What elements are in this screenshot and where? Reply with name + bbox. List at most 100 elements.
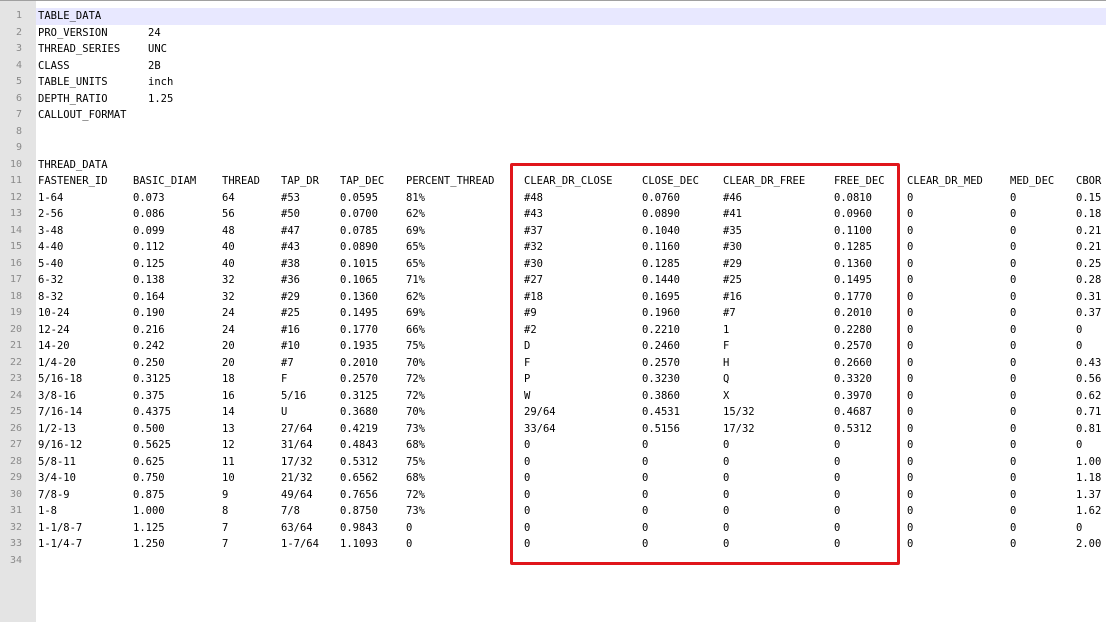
table-cell: 1/4-20 (38, 356, 76, 369)
header-key: CALLOUT_FORMAT (38, 109, 127, 121)
table-cell: 0.625 (133, 455, 165, 468)
table-cell: #37 (524, 224, 543, 237)
header-key: THREAD_SERIES (38, 43, 121, 55)
table-row[interactable]: 28 5/8-11 0.625 11 17/32 0.5312 75% 0 0 0 0 0 0 1.00 (0, 454, 1106, 471)
table-cell: #36 (281, 274, 300, 286)
table-cell: 1/2-13 (38, 422, 76, 435)
text-line[interactable]: 8 (0, 124, 1106, 141)
table-row[interactable]: 18 8-32 0.164 32 #29 0.1360 62% #18 0.1695 #16 0.1… (0, 289, 1106, 306)
table-row[interactable]: 32 1-1/8-7 1.125 7 63/64 0.9843 0 0 0 0 0 0 0 0 (0, 520, 1106, 537)
text-line[interactable]: 34 (0, 553, 1106, 570)
line-number: 7 (15, 109, 22, 120)
line-number: 31 (9, 505, 22, 516)
table-cell: 0 (907, 389, 914, 402)
table-cell: 7/8-9 (38, 488, 70, 501)
line-number: 17 (9, 274, 22, 285)
table-cell: 0 (834, 538, 841, 550)
table-cell: 0.2570 (834, 340, 872, 352)
table-row[interactable]: 29 3/4-10 0.750 10 21/32 0.6562 68% 0 0 0 0 0 0 1.18 (0, 470, 1106, 487)
table-cell: 18 (222, 373, 235, 385)
text-line[interactable]: 9 (0, 140, 1106, 157)
header-value: 24 (148, 26, 161, 39)
table-cell: 0 (907, 208, 914, 220)
text-line[interactable]: 7 CALLOUT_FORMAT (0, 107, 1106, 124)
text-line[interactable]: 3 THREAD_SERIES UNC (0, 41, 1106, 58)
table-cell: 0.1285 (834, 241, 872, 253)
table-row[interactable]: 25 7/16-14 0.4375 14 U 0.3680 70% 29/64 0.4531 15… (0, 404, 1106, 421)
line-number: 14 (9, 224, 22, 236)
text-line[interactable]: 6 DEPTH_RATIO 1.25 (0, 91, 1106, 108)
table-row[interactable]: 12 1-64 0.073 64 #53 0.0595 81% #48 0.0760 #46 0.0… (0, 190, 1106, 207)
table-row[interactable]: 27 9/16-12 0.5625 12 31/64 0.4843 68% 0 0 0 0 0 0 0 (0, 437, 1106, 454)
table-cell: 0.56 (1076, 373, 1102, 385)
header-key: PRO_VERSION (38, 26, 108, 39)
table-row[interactable]: 21 14-20 0.242 20 #10 0.1935 75% D 0.2460 F 0.2570… (0, 338, 1106, 355)
table-row[interactable]: 17 6-32 0.138 32 #36 0.1065 71% #27 0.1440 #25 0.1… (0, 272, 1106, 289)
table-cell: 0 (907, 323, 914, 336)
table-cell: 0.62 (1076, 389, 1102, 402)
table-row[interactable]: 30 7/8-9 0.875 9 49/64 0.7656 72% 0 0 0 0 0 0 1.37 (0, 487, 1106, 504)
table-cell: 0 (1010, 191, 1017, 204)
table-cell: #29 (281, 290, 300, 303)
table-cell: #30 (524, 257, 543, 270)
table-cell: 0.3125 (340, 389, 378, 402)
text-line[interactable]: 5 TABLE_UNITS inch (0, 74, 1106, 91)
table-row[interactable]: 19 10-24 0.190 24 #25 0.1495 69% #9 0.1960 #7 0.20… (0, 305, 1106, 322)
column-header: MED_DEC (1010, 175, 1055, 187)
table-cell: 0.5312 (340, 455, 378, 468)
table-row[interactable]: 23 5/16-18 0.3125 18 F 0.2570 72% P 0.3230 Q 0.332… (0, 371, 1106, 388)
text-line[interactable]: 11 FASTENER_ID BASIC_DIAM THREAD TAP_DR TAP_D… (0, 173, 1106, 190)
table-cell: 0 (642, 439, 649, 451)
header-value: UNC (148, 43, 167, 55)
table-cell: 20 (222, 340, 235, 352)
table-cell: 0.1770 (834, 290, 872, 303)
line-number: 13 (9, 208, 22, 219)
table-cell: 0.4843 (340, 439, 378, 451)
table-cell: 72% (406, 488, 425, 501)
table-cell: 8 (222, 505, 229, 517)
table-cell: 0 (907, 521, 914, 534)
table-cell: 71% (406, 274, 425, 286)
table-cell: 17/32 (723, 422, 755, 435)
table-cell: 75% (406, 340, 425, 352)
table-cell: 73% (406, 422, 425, 435)
text-line[interactable]: 2 PRO_VERSION 24 (0, 25, 1106, 42)
table-row[interactable]: 20 12-24 0.216 24 #16 0.1770 66% #2 0.2210 1 0.228… (0, 322, 1106, 339)
table-row[interactable]: 33 1-1/4-7 1.250 7 1-7/64 1.1093 0 0 0 0 0 0 0 2.00 (0, 536, 1106, 553)
table-cell: 0 (907, 455, 914, 468)
table-row[interactable]: 15 4-40 0.112 40 #43 0.0890 65% #32 0.1160 #30 0.1… (0, 239, 1106, 256)
table-cell: #16 (723, 290, 742, 303)
header-key: TABLE_DATA (38, 10, 102, 22)
table-row[interactable]: 22 1/4-20 0.250 20 #7 0.2010 70% F 0.2570 H 0.2660… (0, 355, 1106, 372)
table-cell: 0.37 (1076, 307, 1102, 319)
table-cell: 0 (1010, 274, 1017, 286)
table-row[interactable]: 31 1-8 1.000 8 7/8 0.8750 73% 0 0 0 0 0 0 1.62 (0, 503, 1106, 520)
table-cell: 1.18 (1076, 472, 1102, 484)
line-number: 6 (15, 92, 22, 104)
text-line[interactable]: 10 THREAD_DATA (0, 157, 1106, 174)
table-cell: W (524, 389, 531, 402)
line-number: 11 (9, 175, 22, 186)
table-cell: 0 (907, 274, 914, 286)
table-cell: 9/16-12 (38, 439, 83, 451)
table-row[interactable]: 14 3-48 0.099 48 #47 0.0785 69% #37 0.1040 #35 0.1… (0, 223, 1106, 240)
table-cell: 72% (406, 373, 425, 385)
table-cell: 0.3970 (834, 389, 872, 402)
table-cell: 1-1/4-7 (38, 538, 83, 550)
table-cell: 0.875 (133, 488, 165, 501)
table-cell: 70% (406, 406, 425, 418)
text-editor[interactable]: 1 TABLE_DATA 2 PRO_VERSION 24 3 THREAD_SERIES U… (0, 0, 1106, 622)
table-row[interactable]: 13 2-56 0.086 56 #50 0.0700 62% #43 0.0890 #41 0.0… (0, 206, 1106, 223)
table-cell: 0.71 (1076, 406, 1102, 418)
table-cell: 0 (1010, 307, 1017, 319)
table-cell: 10 (222, 472, 235, 484)
table-row[interactable]: 24 3/8-16 0.375 16 5/16 0.3125 72% W 0.3860 X 0.39… (0, 388, 1106, 405)
table-row[interactable]: 26 1/2-13 0.500 13 27/64 0.4219 73% 33/64 0.5156… (0, 421, 1106, 438)
table-cell: F (281, 373, 288, 385)
text-line[interactable]: 1 TABLE_DATA (0, 8, 1106, 25)
text-line[interactable]: 4 CLASS 2B (0, 58, 1106, 75)
table-row[interactable]: 16 5-40 0.125 40 #38 0.1015 65% #30 0.1285 #29 0.1… (0, 256, 1106, 273)
table-cell: 72% (406, 389, 425, 402)
table-cell: 5-40 (38, 257, 64, 270)
table-cell: 0.138 (133, 274, 165, 286)
